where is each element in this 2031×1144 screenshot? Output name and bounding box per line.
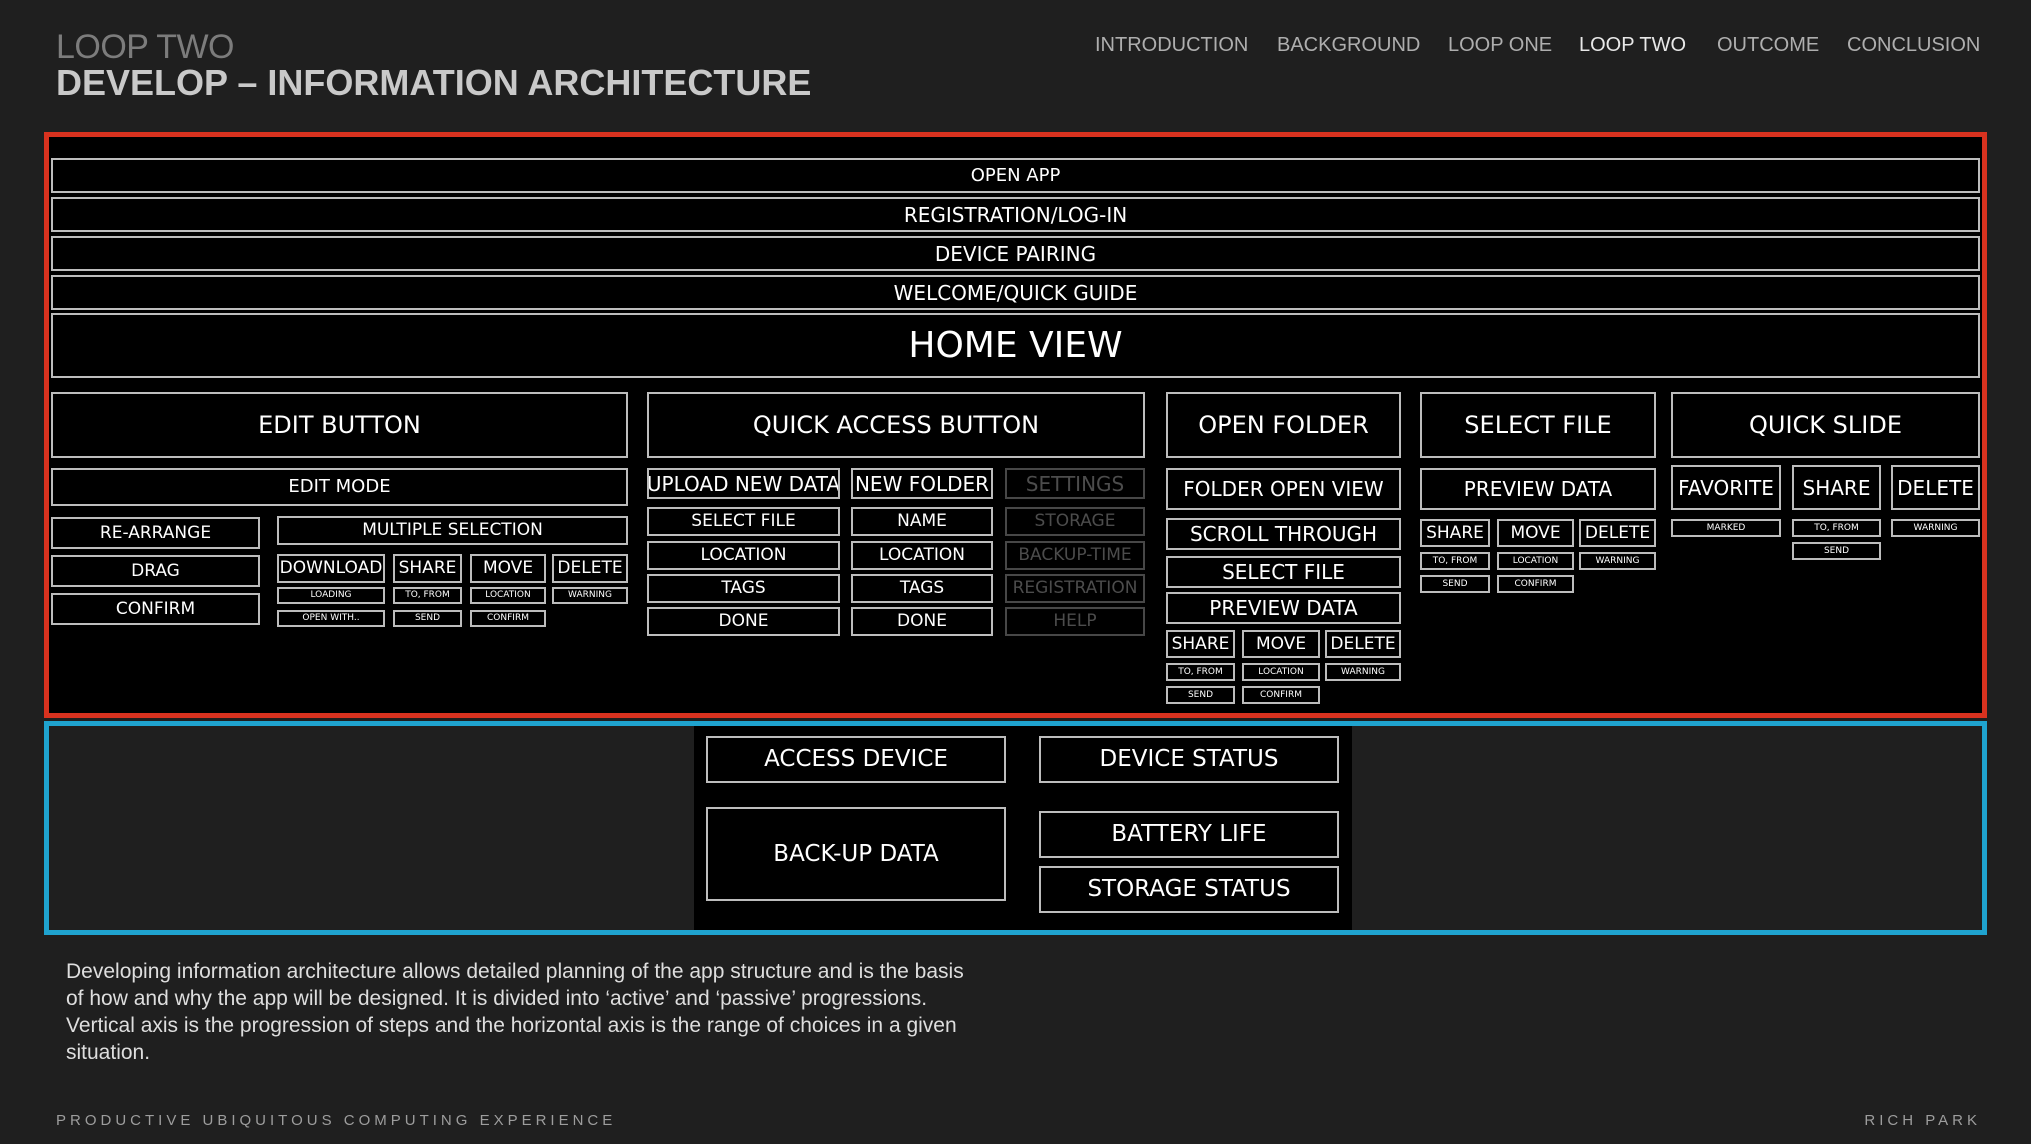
- settings-registration-box: REGISTRATION: [1005, 574, 1145, 603]
- backup-data-box: BACK-UP DATA: [706, 807, 1006, 901]
- folder-delete-box: DELETE: [1325, 630, 1401, 658]
- edit-delete-box: DELETE: [552, 554, 628, 583]
- settings-help-box: HELP: [1005, 607, 1145, 636]
- slide-send-box: SEND: [1792, 542, 1881, 560]
- nav-loop-one[interactable]: LOOP ONE: [1448, 34, 1552, 57]
- folder-select-file-box: SELECT FILE: [1166, 556, 1401, 588]
- storage-status-box: STORAGE STATUS: [1039, 866, 1339, 913]
- download-box: DOWNLOAD: [277, 554, 385, 583]
- upload-tags-box: TAGS: [647, 574, 840, 603]
- home-view-box: HOME VIEW: [51, 313, 1980, 378]
- edit-confirm-small-box: CONFIRM: [470, 610, 546, 627]
- settings-storage-box: STORAGE: [1005, 507, 1145, 536]
- multiple-selection-box: MULTIPLE SELECTION: [277, 516, 628, 545]
- folder-warning-box: WARNING: [1325, 663, 1401, 681]
- upload-select-file-box: SELECT FILE: [647, 507, 840, 536]
- select-to-from-box: TO, FROM: [1420, 552, 1490, 570]
- edit-move-box: MOVE: [470, 554, 546, 583]
- open-folder-header: OPEN FOLDER: [1166, 392, 1401, 458]
- settings-backup-time-box: BACKUP-TIME: [1005, 541, 1145, 570]
- device-status-box: DEVICE STATUS: [1039, 736, 1339, 783]
- folder-share-box: SHARE: [1166, 630, 1235, 658]
- drag-box: DRAG: [51, 555, 260, 587]
- select-confirm-box: CONFIRM: [1497, 575, 1574, 593]
- folder-tags-box: TAGS: [851, 574, 993, 603]
- folder-location-box: LOCATION: [851, 541, 993, 570]
- quick-access-header: QUICK ACCESS BUTTON: [647, 392, 1145, 458]
- slide-share-box: SHARE: [1792, 465, 1881, 510]
- nav-background[interactable]: BACKGROUND: [1277, 34, 1420, 57]
- confirm-box: CONFIRM: [51, 593, 260, 625]
- access-device-box: ACCESS DEVICE: [706, 736, 1006, 783]
- open-with-box: OPEN WITH..: [277, 610, 385, 627]
- edit-share-box: SHARE: [393, 554, 462, 583]
- folder-move-box: MOVE: [1242, 630, 1320, 658]
- upload-location-box: LOCATION: [647, 541, 840, 570]
- page-title: DEVELOP – INFORMATION ARCHITECTURE: [56, 62, 812, 103]
- select-warning-box: WARNING: [1579, 552, 1656, 570]
- folder-name-box: NAME: [851, 507, 993, 536]
- select-send-box: SEND: [1420, 575, 1490, 593]
- select-move-box: MOVE: [1497, 519, 1574, 547]
- welcome-guide-box: WELCOME/QUICK GUIDE: [51, 275, 1980, 310]
- select-location-box: LOCATION: [1497, 552, 1574, 570]
- rearrange-box: RE-ARRANGE: [51, 517, 260, 549]
- upload-done-box: DONE: [647, 607, 840, 636]
- nav-conclusion[interactable]: CONCLUSION: [1847, 34, 1980, 57]
- select-delete-box: DELETE: [1579, 519, 1656, 547]
- slide-warning-box: WARNING: [1891, 519, 1980, 537]
- marked-box: MARKED: [1671, 519, 1781, 537]
- open-app-box: OPEN APP: [51, 158, 1980, 193]
- edit-mode-box: EDIT MODE: [51, 468, 628, 506]
- loading-box: LOADING: [277, 587, 385, 604]
- folder-confirm-box: CONFIRM: [1242, 686, 1320, 704]
- slide-delete-box: DELETE: [1891, 465, 1980, 510]
- upload-new-data-box: UPLOAD NEW DATA: [647, 468, 840, 499]
- select-file-header: SELECT FILE: [1420, 392, 1656, 458]
- edit-to-from-box: TO, FROM: [393, 587, 462, 604]
- select-preview-data-box: PREVIEW DATA: [1420, 468, 1656, 510]
- registration-box: REGISTRATION/LOG-IN: [51, 197, 1980, 232]
- folder-location-small-box: LOCATION: [1242, 663, 1320, 681]
- slide-to-from-box: TO, FROM: [1792, 519, 1881, 537]
- select-share-box: SHARE: [1420, 519, 1490, 547]
- folder-to-from-box: TO, FROM: [1166, 663, 1235, 681]
- nav-loop-two[interactable]: LOOP TWO: [1579, 34, 1686, 57]
- nav-introduction[interactable]: INTRODUCTION: [1095, 34, 1248, 57]
- description-text: Developing information architecture allo…: [66, 960, 964, 1064]
- folder-done-box: DONE: [851, 607, 993, 636]
- footer-project-title: PRODUCTIVE UBIQUITOUS COMPUTING EXPERIEN…: [56, 1112, 617, 1129]
- folder-preview-data-box: PREVIEW DATA: [1166, 592, 1401, 624]
- edit-send-box: SEND: [393, 610, 462, 627]
- new-folder-box: NEW FOLDER: [851, 468, 993, 499]
- nav-outcome[interactable]: OUTCOME: [1717, 34, 1819, 57]
- folder-send-box: SEND: [1166, 686, 1235, 704]
- edit-button-header: EDIT BUTTON: [51, 392, 628, 458]
- folder-open-view-box: FOLDER OPEN VIEW: [1166, 468, 1401, 510]
- footer-author: RICH PARK: [1864, 1112, 1981, 1129]
- quick-slide-header: QUICK SLIDE: [1671, 392, 1980, 458]
- scroll-through-box: SCROLL THROUGH: [1166, 518, 1401, 550]
- edit-location-box: LOCATION: [470, 587, 546, 604]
- edit-warning-box: WARNING: [552, 587, 628, 604]
- settings-box: SETTINGS: [1005, 468, 1145, 499]
- favorite-box: FAVORITE: [1671, 465, 1781, 510]
- battery-life-box: BATTERY LIFE: [1039, 811, 1339, 858]
- device-pairing-box: DEVICE PAIRING: [51, 236, 1980, 271]
